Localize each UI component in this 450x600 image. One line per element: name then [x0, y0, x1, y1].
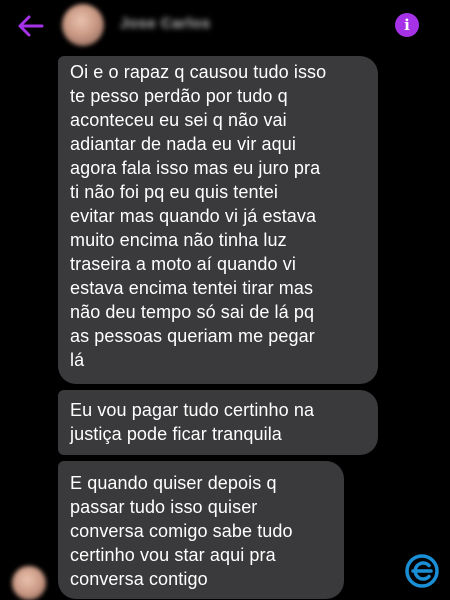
contact-avatar[interactable] [62, 4, 104, 46]
watermark-logo-icon [405, 554, 439, 588]
chat-screen: Jose Carlos i Oi e o rapaz q causou tudo… [0, 0, 450, 600]
message-bubble[interactable]: Oi e o rapaz q causou tudo isso te pesso… [58, 56, 378, 384]
chat-header: Jose Carlos i [0, 0, 450, 54]
message-bubble[interactable]: Eu vou pagar tudo certinho na justiça po… [58, 390, 378, 455]
message-bubble[interactable]: E quando quiser depois q passar tudo iss… [58, 461, 344, 599]
arrow-left-icon [18, 15, 44, 37]
back-button[interactable] [14, 12, 46, 40]
sender-avatar [12, 566, 46, 600]
info-button[interactable]: i [395, 13, 419, 37]
info-icon: i [404, 15, 410, 34]
contact-name[interactable]: Jose Carlos [120, 15, 211, 32]
